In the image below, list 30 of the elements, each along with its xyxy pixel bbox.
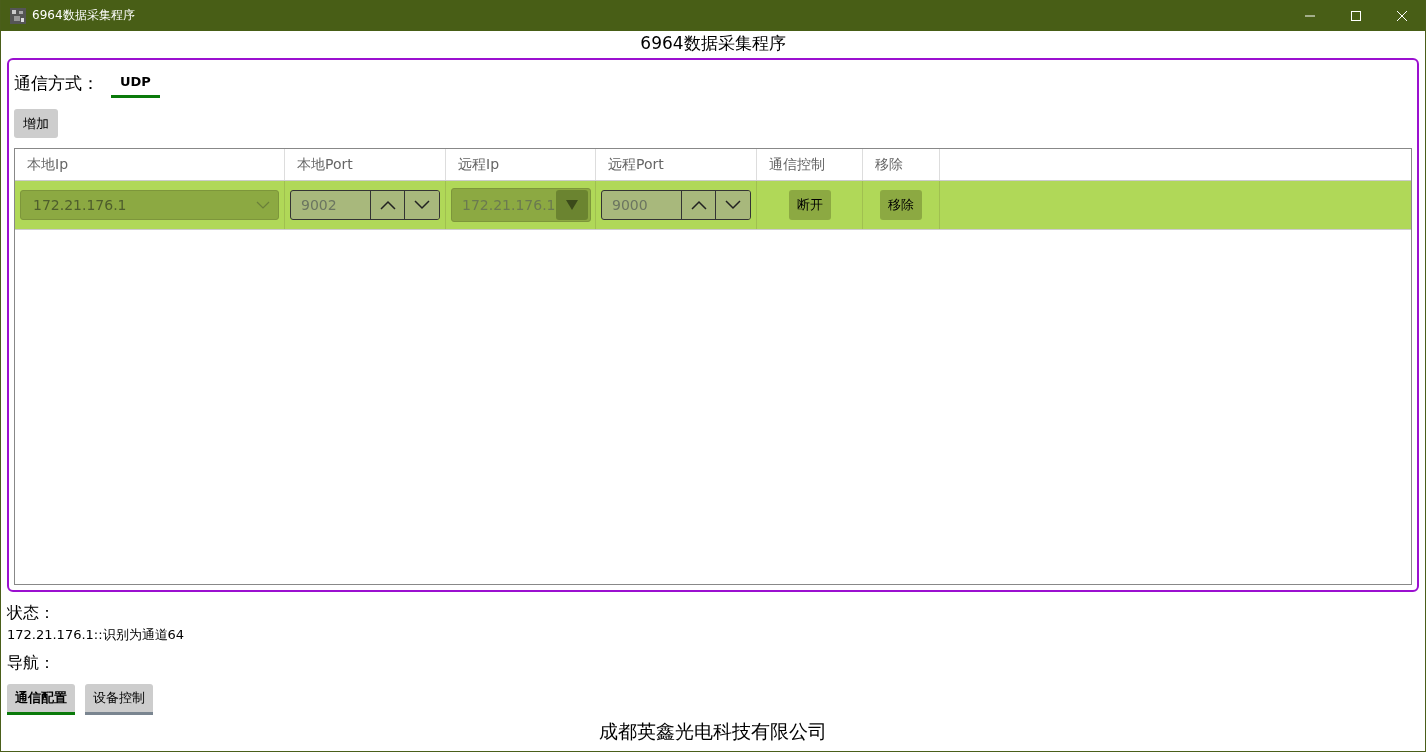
column-header: 移除 bbox=[875, 155, 903, 174]
nav-button[interactable]: 通信配置 bbox=[7, 684, 75, 715]
app-icon bbox=[10, 7, 26, 24]
app-heading: 6964数据采集程序 bbox=[639, 32, 787, 55]
window-title: 6964数据采集程序 bbox=[32, 7, 135, 24]
add-button[interactable]: 增加 bbox=[14, 109, 58, 138]
status-text: 172.21.176.1::识别为通道64 bbox=[7, 626, 186, 644]
close-icon bbox=[1397, 10, 1407, 21]
nav-label: 导航： bbox=[7, 653, 56, 674]
company-name: 成都英鑫光电科技有限公司 bbox=[598, 719, 828, 744]
status-label: 状态： bbox=[7, 603, 56, 624]
column-header: 远程Port bbox=[608, 155, 664, 174]
chevron-down-icon bbox=[725, 200, 741, 210]
chevron-down-icon bbox=[256, 201, 270, 209]
disconnect-button[interactable]: 断开 bbox=[788, 190, 831, 220]
chevron-down-icon bbox=[414, 200, 430, 210]
maximize-icon bbox=[1351, 10, 1361, 21]
dropdown-button[interactable] bbox=[555, 190, 588, 220]
comm-mode-label: 通信方式： bbox=[14, 71, 99, 95]
protocol-tab[interactable]: UDP bbox=[111, 68, 160, 98]
column-header: 通信控制 bbox=[769, 155, 825, 174]
nav-button[interactable]: 设备控制 bbox=[85, 684, 153, 715]
chevron-up-icon bbox=[690, 200, 707, 210]
column-header: 本地Port bbox=[297, 155, 353, 174]
remove-button[interactable]: 移除 bbox=[880, 190, 922, 220]
minimize-icon bbox=[1305, 14, 1315, 17]
chevron-up-icon bbox=[379, 200, 396, 210]
column-header: 远程Ip bbox=[458, 155, 499, 174]
triangle-down-icon bbox=[565, 200, 578, 210]
column-header: 本地Ip bbox=[27, 155, 68, 174]
